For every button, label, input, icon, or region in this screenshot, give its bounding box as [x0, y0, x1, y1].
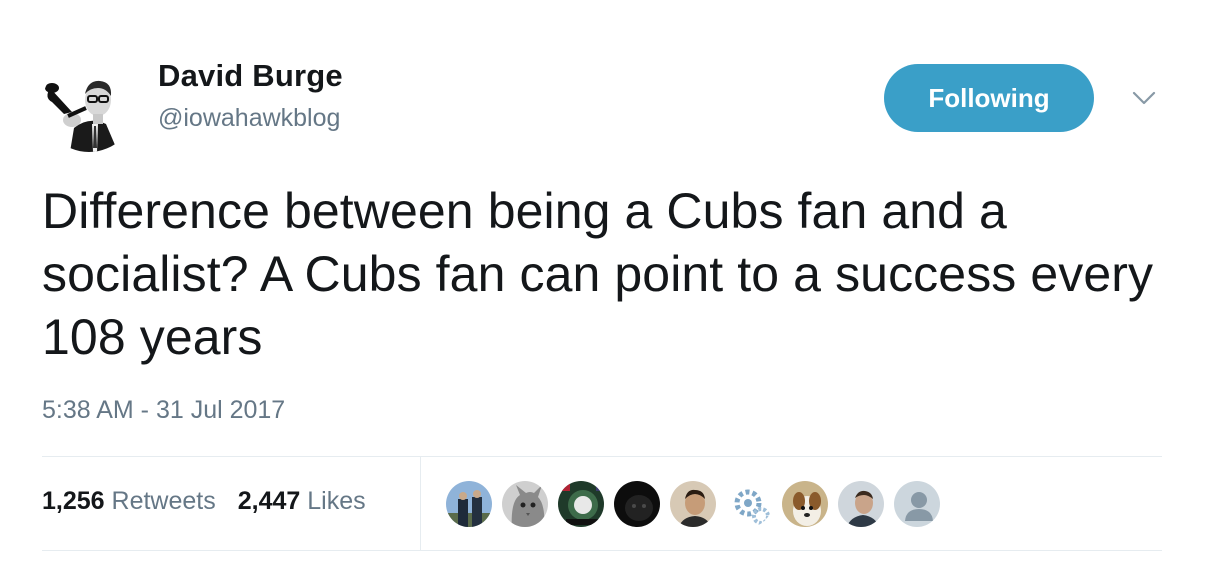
author-name[interactable]: David Burge: [158, 58, 343, 94]
retweets-label: Retweets: [111, 487, 216, 515]
divider-bottom: [42, 550, 1162, 551]
author-avatar[interactable]: [42, 58, 136, 152]
likes-label: Likes: [307, 487, 366, 515]
default-avatar-icon[interactable]: [892, 479, 942, 529]
tweet-card: David Burge @iowahawkblog Following Diff…: [0, 0, 1206, 564]
liker-avatar[interactable]: [780, 479, 830, 529]
liker-avatar[interactable]: [500, 479, 550, 529]
stats-separator: [420, 457, 421, 550]
liker-avatar[interactable]: [836, 479, 886, 529]
liker-avatar[interactable]: [556, 479, 606, 529]
chevron-down-icon[interactable]: [1128, 86, 1160, 110]
tweet-stats: 1,256 Retweets 2,447 Likes: [42, 487, 366, 516]
divider-top: [42, 456, 1162, 457]
liker-avatar[interactable]: [668, 479, 718, 529]
likes-stat[interactable]: 2,447 Likes: [238, 487, 366, 516]
likes-count: 2,447: [237, 487, 301, 515]
following-button[interactable]: Following: [884, 64, 1094, 132]
author-handle[interactable]: @iowahawkblog: [158, 104, 340, 133]
retweets-count: 1,256: [42, 487, 105, 515]
tweet-timestamp[interactable]: 5:38 AM - 31 Jul 2017: [42, 396, 285, 425]
liker-avatar[interactable]: [724, 479, 774, 529]
tweet-text: Difference between being a Cubs fan and …: [42, 183, 1154, 365]
liker-avatar[interactable]: [612, 479, 662, 529]
liker-avatar[interactable]: [444, 479, 494, 529]
retweets-stat[interactable]: 1,256 Retweets: [42, 487, 216, 516]
